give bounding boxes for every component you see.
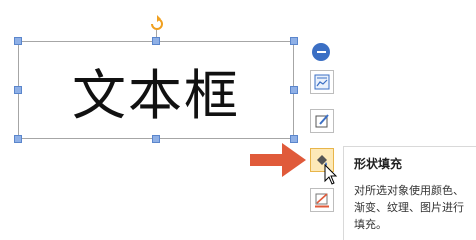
tooltip-description: 对所选对象使用颜色、渐变、纹理、图片进行填充。 — [354, 184, 464, 231]
resize-handle-right[interactable] — [290, 86, 298, 94]
mouse-cursor-icon — [324, 164, 338, 185]
resize-handle-top[interactable] — [152, 37, 160, 45]
rotate-handle-icon[interactable] — [149, 14, 165, 32]
pen-outline-icon — [315, 193, 329, 208]
shape-fill-tooltip: 形状填充 对所选对象使用颜色、渐变、纹理、图片进行填充。 — [343, 146, 476, 240]
shape-outline-button[interactable] — [310, 188, 334, 212]
resize-handle-bottom-left[interactable] — [14, 135, 22, 143]
resize-handle-top-right[interactable] — [290, 37, 298, 45]
resize-handle-bottom[interactable] — [152, 135, 160, 143]
layout-options-icon — [314, 74, 330, 90]
shape-style-button[interactable] — [310, 109, 334, 133]
resize-handle-top-left[interactable] — [14, 37, 22, 45]
text-box[interactable]: 文本框 — [18, 41, 294, 139]
collapse-toolbar-button[interactable] — [312, 43, 330, 61]
shape-style-icon — [315, 114, 329, 128]
tooltip-title: 形状填充 — [354, 157, 403, 171]
pointer-arrow-icon — [250, 143, 306, 177]
layout-options-button[interactable] — [310, 70, 334, 94]
text-box-content[interactable]: 文本框 — [19, 42, 293, 138]
resize-handle-left[interactable] — [14, 86, 22, 94]
